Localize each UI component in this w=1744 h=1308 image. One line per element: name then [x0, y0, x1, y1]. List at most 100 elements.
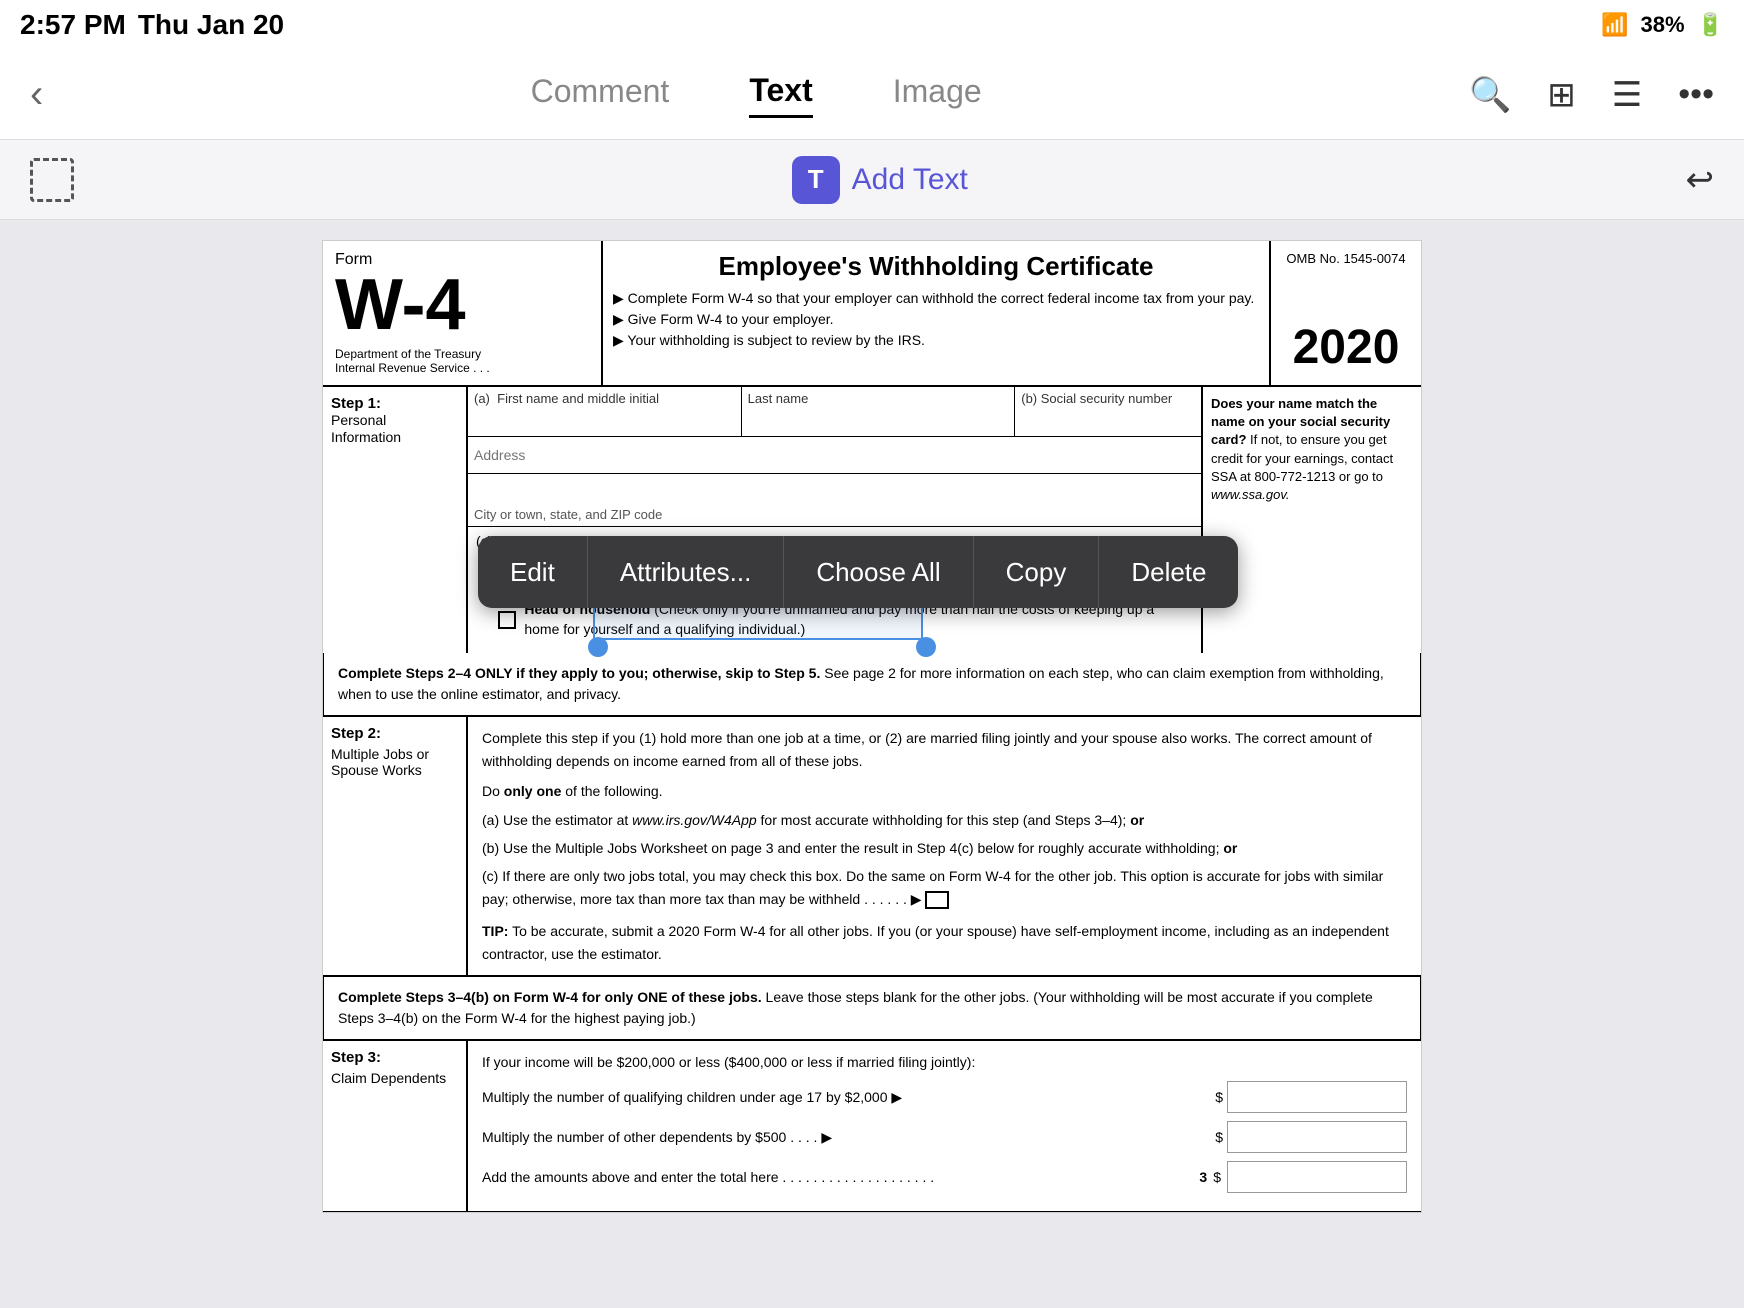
- ssn-input[interactable]: [1021, 406, 1195, 432]
- status-bar-left: 2:57 PM Thu Jan 20: [20, 9, 284, 41]
- context-copy-button[interactable]: Copy: [974, 536, 1100, 608]
- last-name-cell: Last name: [742, 387, 1016, 436]
- step3-row1-text: Multiply the number of qualifying childr…: [482, 1086, 902, 1108]
- dollar-sign-2: $: [1215, 1126, 1223, 1148]
- toolbar: ‹ Comment Text Image 🔍 ⊞ ☰ •••: [0, 50, 1744, 140]
- step2-note-section: Complete Steps 3–4(b) on Form W-4 for on…: [323, 976, 1421, 1040]
- step3-row3-text: Add the amounts above and enter the tota…: [482, 1166, 934, 1188]
- total-dependents-input[interactable]: [1227, 1161, 1407, 1193]
- time: 2:57 PM: [20, 9, 126, 41]
- text-icon-label: T: [808, 164, 824, 195]
- omb-number: OMB No. 1545-0074: [1286, 251, 1405, 266]
- field-a-label: (a) First name and middle initial: [474, 391, 735, 406]
- context-delete-button[interactable]: Delete: [1099, 536, 1238, 608]
- status-bar: 2:57 PM Thu Jan 20 📶 38% 🔋: [0, 0, 1744, 50]
- context-chooseall-button[interactable]: Choose All: [784, 536, 973, 608]
- status-bar-right: 📶 38% 🔋: [1601, 12, 1724, 38]
- toolbar-actions: 🔍 ⊞ ☰ •••: [1469, 75, 1714, 115]
- dollar-sign-3: $: [1213, 1166, 1221, 1188]
- step2-intro: Complete this step if you (1) hold more …: [482, 727, 1407, 772]
- step1-number: Step 1:: [331, 395, 381, 412]
- ssn-label: (b) Social security number: [1021, 391, 1195, 406]
- selection-handle-left[interactable]: [588, 637, 608, 657]
- tab-image[interactable]: Image: [893, 73, 982, 116]
- last-name-input[interactable]: [748, 406, 1009, 432]
- step3-section: Step 3: Claim Dependents If your income …: [323, 1040, 1421, 1212]
- step2-sublabel: Multiple Jobs or Spouse Works: [331, 746, 458, 778]
- ssn-note: Does your name match the name on your so…: [1201, 387, 1421, 653]
- step2-number: Step 2:: [331, 725, 458, 742]
- step3-row2: Multiply the number of other dependents …: [482, 1121, 1407, 1153]
- battery-icon: 🔋: [1697, 12, 1724, 38]
- add-text-label: Add Text: [852, 163, 968, 197]
- instruction-1: ▶ Complete Form W-4 so that your employe…: [613, 288, 1259, 309]
- step3-row2-input: $: [1215, 1121, 1407, 1153]
- tab-comment[interactable]: Comment: [531, 73, 670, 116]
- add-text-icon: T: [792, 156, 840, 204]
- city-input[interactable]: [474, 478, 1195, 506]
- instruction-2: ▶ Give Form W-4 to your employer.: [613, 309, 1259, 330]
- step2-tip: TIP: To be accurate, submit a 2020 Form …: [482, 920, 1407, 965]
- step1-label: Step 1: Personal Information: [323, 387, 468, 653]
- form-instructions: ▶ Complete Form W-4 so that your employe…: [613, 288, 1259, 351]
- form-header-left: Form W-4 Department of the TreasuryInter…: [323, 241, 603, 385]
- date: Thu Jan 20: [138, 9, 284, 41]
- step3-content: If your income will be $200,000 or less …: [468, 1041, 1421, 1211]
- address-row: [468, 437, 1201, 474]
- toolbar-tabs: Comment Text Image: [531, 72, 982, 118]
- form-header-right: OMB No. 1545-0074 2020: [1271, 241, 1421, 385]
- context-edit-button[interactable]: Edit: [478, 536, 588, 608]
- tab-text[interactable]: Text: [749, 72, 812, 118]
- ssn-note-text: Does your name match the name on your so…: [1211, 396, 1393, 502]
- search-icon[interactable]: 🔍: [1469, 75, 1511, 115]
- add-text-button[interactable]: T Add Text: [792, 156, 968, 204]
- step2-do: Do only one of the following.: [482, 780, 1407, 802]
- step3-row3: Add the amounts above and enter the tota…: [482, 1161, 1407, 1193]
- wifi-icon: 📶: [1601, 12, 1628, 38]
- context-attributes-button[interactable]: Attributes...: [588, 536, 785, 608]
- step3-row1: Multiply the number of qualifying childr…: [482, 1081, 1407, 1113]
- selection-tool-icon[interactable]: [30, 158, 74, 202]
- warning-text: Complete Steps 2–4 ONLY if they apply to…: [338, 665, 1384, 702]
- instruction-3: ▶ Your withholding is subject to review …: [613, 330, 1259, 351]
- add-text-bar: T Add Text ↩: [0, 140, 1744, 220]
- undo-button[interactable]: ↩: [1685, 160, 1714, 200]
- dollar-sign-1: $: [1215, 1086, 1223, 1108]
- warning-section: Complete Steps 2–4 ONLY if they apply to…: [323, 653, 1421, 716]
- step1-fields: (a) First name and middle initial Last n…: [468, 387, 1201, 653]
- other-dependents-input[interactable]: [1227, 1121, 1407, 1153]
- first-name-input[interactable]: [474, 406, 735, 432]
- step3-row1-input: $: [1215, 1081, 1407, 1113]
- list-icon[interactable]: ☰: [1612, 75, 1642, 115]
- children-amount-input[interactable]: [1227, 1081, 1407, 1113]
- first-name-cell: (a) First name and middle initial: [468, 387, 742, 436]
- city-row: City or town, state, and ZIP code: [468, 474, 1201, 527]
- year-bold: 20: [1346, 321, 1399, 374]
- toolbar-left: ‹: [30, 72, 43, 117]
- more-icon[interactable]: •••: [1678, 75, 1714, 114]
- step3-number: Step 3:: [331, 1049, 458, 1066]
- selection-handle-right[interactable]: [916, 637, 936, 657]
- tax-year: 2020: [1293, 320, 1400, 375]
- first-name-label: First name and middle initial: [497, 391, 659, 406]
- ssn-cell: (b) Social security number: [1015, 387, 1201, 436]
- name-fields-row: (a) First name and middle initial Last n…: [468, 387, 1201, 437]
- form-title: Employee's Withholding Certificate: [613, 251, 1259, 282]
- step3-intro: If your income will be $200,000 or less …: [482, 1051, 1407, 1073]
- checkbox-hoh[interactable]: [498, 611, 516, 629]
- step2-label: Step 2: Multiple Jobs or Spouse Works: [323, 717, 468, 975]
- step1-sublabel: Personal Information: [331, 412, 401, 445]
- form-header-center: Employee's Withholding Certificate ▶ Com…: [603, 241, 1271, 385]
- form-id: W-4: [335, 269, 589, 341]
- battery: 38%: [1641, 12, 1685, 38]
- address-input[interactable]: [474, 441, 1195, 469]
- checkbox-twojobs[interactable]: [925, 891, 949, 909]
- form-header: Form W-4 Department of the TreasuryInter…: [323, 241, 1421, 387]
- step3-row2-text: Multiply the number of other dependents …: [482, 1126, 832, 1148]
- step2-c: (c) If there are only two jobs total, yo…: [482, 865, 1407, 910]
- back-button[interactable]: ‹: [30, 72, 43, 117]
- grid-icon[interactable]: ⊞: [1547, 75, 1576, 115]
- step2-b: (b) Use the Multiple Jobs Worksheet on p…: [482, 837, 1407, 859]
- department-label: Department of the TreasuryInternal Reven…: [335, 347, 589, 375]
- step3-sublabel: Claim Dependents: [331, 1070, 458, 1086]
